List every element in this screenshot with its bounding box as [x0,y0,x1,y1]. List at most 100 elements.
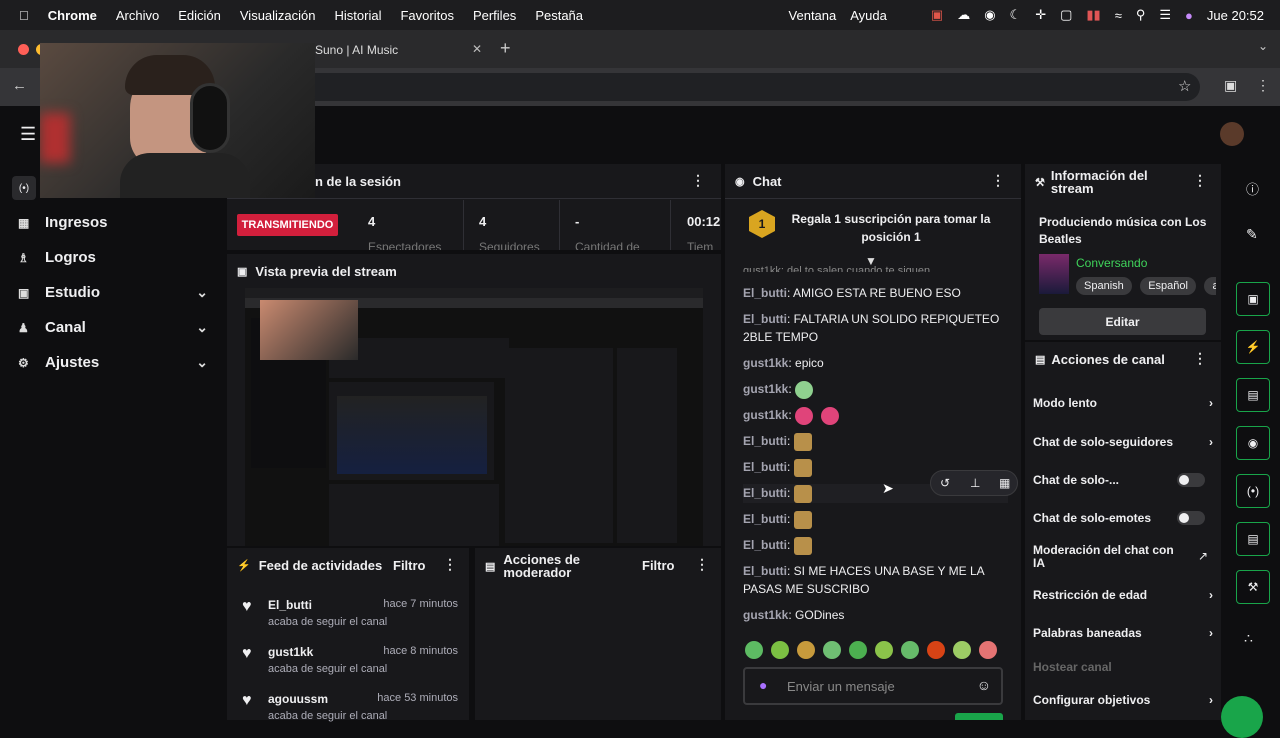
undo-icon[interactable]: ↺ [940,476,950,490]
emote-option-icon[interactable] [875,641,893,659]
battery-icon[interactable]: ▮▮ [1086,7,1100,23]
status-app-icon[interactable]: ▣ [931,7,943,23]
emoji-icon[interactable]: ☺ [977,677,991,693]
control-center-icon[interactable]: ☰ [1159,7,1171,23]
emote-option-icon[interactable] [745,641,763,659]
chat-username[interactable]: El_butti [743,486,787,500]
sidebar-item-canal[interactable]: ♟ Canal ⌄ [18,319,208,336]
extensions-icon[interactable]: ∴ [1244,630,1253,647]
more-options-icon[interactable]: ⋮ [1193,350,1207,367]
emote-option-icon[interactable] [927,641,945,659]
category-name[interactable]: Conversando [1076,256,1147,270]
feed-user[interactable]: El_butti [268,598,312,612]
broadcast-icon[interactable]: (•) [12,176,36,200]
more-options-icon[interactable]: ⋮ [991,172,1005,189]
emote-option-icon[interactable] [901,641,919,659]
browser-tab[interactable]: Suno | AI Music ✕ [300,36,490,64]
search-icon[interactable]: ⚲ [1136,7,1146,23]
layout-icon[interactable]: ▤ [1236,522,1270,556]
browser-menu-icon[interactable]: ⋮ [1256,77,1270,94]
globe-icon[interactable]: ◉ [984,7,995,23]
chat-message[interactable]: El_butti: AMIGO ESTA RE BUENO ESO [743,284,1008,302]
edit-button[interactable]: Editar [1039,308,1206,335]
clip-icon[interactable]: ▣ [1236,282,1270,316]
close-window-button[interactable] [18,44,29,55]
ai-moderation-row[interactable]: Moderación del chat con IA [1033,544,1183,570]
chat-input-box[interactable]: ● Enviar un mensaje ☺ [743,667,1003,705]
menu-pestana[interactable]: Pestaña [535,8,583,23]
feed-user[interactable]: gust1kk [268,645,313,659]
menu-historial[interactable]: Historial [335,8,382,23]
slow-mode-row[interactable]: Modo lento › [1033,396,1213,410]
menu-ayuda[interactable]: Ayuda [850,8,887,23]
emote-option-icon[interactable] [797,641,815,659]
chat-username[interactable]: El_butti [743,460,787,474]
chat-message[interactable]: El_butti: FALTARIA UN SOLIDO REPIQUETEO … [743,310,1008,346]
menu-ventana[interactable]: Ventana [789,8,837,23]
chat-username[interactable]: gust1kk [743,608,788,622]
apple-icon[interactable]:  [19,8,29,23]
more-options-icon[interactable]: ⋮ [691,172,705,189]
chat-message[interactable]: El_butti: [743,432,1008,451]
menu-edicion[interactable]: Edición [178,8,221,23]
help-fab-button[interactable] [1221,696,1263,738]
menu-favoritos[interactable]: Favoritos [400,8,453,23]
info-icon[interactable]: ⓘ [1246,179,1259,198]
chat-message[interactable]: gust1kk: epico [743,354,1008,372]
chat-username[interactable]: gust1kk [743,408,788,422]
emote-only-toggle[interactable] [1177,511,1205,525]
chat-username[interactable]: El_butti [743,564,787,578]
tab-search-icon[interactable]: ⌄ [1258,39,1268,53]
hamburger-menu-icon[interactable]: ☰ [20,124,36,145]
more-options-icon[interactable]: ⋮ [443,556,457,573]
wrench-icon[interactable]: ⚒ [1236,570,1270,604]
chat-send-button[interactable] [955,713,1003,720]
bluetooth-icon[interactable]: ✛ [1035,7,1046,23]
menu-perfiles[interactable]: Perfiles [473,8,516,23]
mod-filter-button[interactable]: Filtro [642,558,675,573]
bookmark-star-icon[interactable]: ☆ [1178,77,1191,95]
lightning-icon[interactable]: ⚡ [1236,330,1270,364]
extension-icon[interactable]: ▣ [1224,77,1237,94]
chat-username[interactable]: gust1kk [743,382,788,396]
more-options-icon[interactable]: ⋮ [695,556,709,573]
sidebar-item-ajustes[interactable]: ⚙ Ajustes ⌄ [18,354,208,371]
chat-username[interactable]: El_butti [743,312,787,326]
tag-chip[interactable]: a [1204,277,1216,295]
chat-username[interactable]: gust1kk [743,356,788,370]
feed-filter-button[interactable]: Filtro [393,558,426,573]
emote-option-icon[interactable] [771,641,789,659]
emote-option-icon[interactable] [849,641,867,659]
pin-icon[interactable]: ⊥ [970,476,980,490]
external-link-icon[interactable]: ↗ [1198,549,1208,563]
chat-username[interactable]: El_butti [743,434,787,448]
sidebar-item-estudio[interactable]: ▣ Estudio ⌄ [18,284,208,301]
stream-preview[interactable] [245,288,703,546]
tag-chip[interactable]: Spanish [1076,277,1132,295]
notes-icon[interactable]: ▤ [1236,378,1270,412]
feed-user[interactable]: agouussm [268,692,328,706]
avatar[interactable] [1220,122,1244,146]
close-tab-icon[interactable]: ✕ [472,42,482,56]
chat-bubble-icon[interactable]: ◉ [1236,426,1270,460]
chat-message[interactable]: El_butti: [743,510,1008,529]
microphone-icon[interactable]: ● [759,677,767,693]
chat-message[interactable]: gust1kk: [743,380,1008,399]
chat-username[interactable]: El_butti [743,538,787,552]
delete-icon[interactable]: ▦ [999,476,1010,490]
back-icon[interactable]: ← [12,77,27,94]
chat-message[interactable]: gust1kk: GODines [743,606,1008,624]
sidebar-item-logros[interactable]: ♗ Logros [18,249,208,266]
new-tab-button[interactable]: + [500,38,511,59]
age-restriction-row[interactable]: Restricción de edad › [1033,588,1213,602]
chat-username[interactable]: El_butti [743,512,787,526]
followers-only-row[interactable]: Chat de solo-seguidores › [1033,435,1213,449]
siri-icon[interactable]: ● [1185,8,1193,23]
broadcast-icon[interactable]: (•) [1236,474,1270,508]
tag-chip[interactable]: Español [1140,277,1196,295]
banned-words-row[interactable]: Palabras baneadas › [1033,626,1213,640]
menu-archivo[interactable]: Archivo [116,8,159,23]
chat-message[interactable]: gust1kk: [743,406,1008,425]
emote-option-icon[interactable] [979,641,997,659]
moon-icon[interactable]: ☾ [1010,7,1022,23]
